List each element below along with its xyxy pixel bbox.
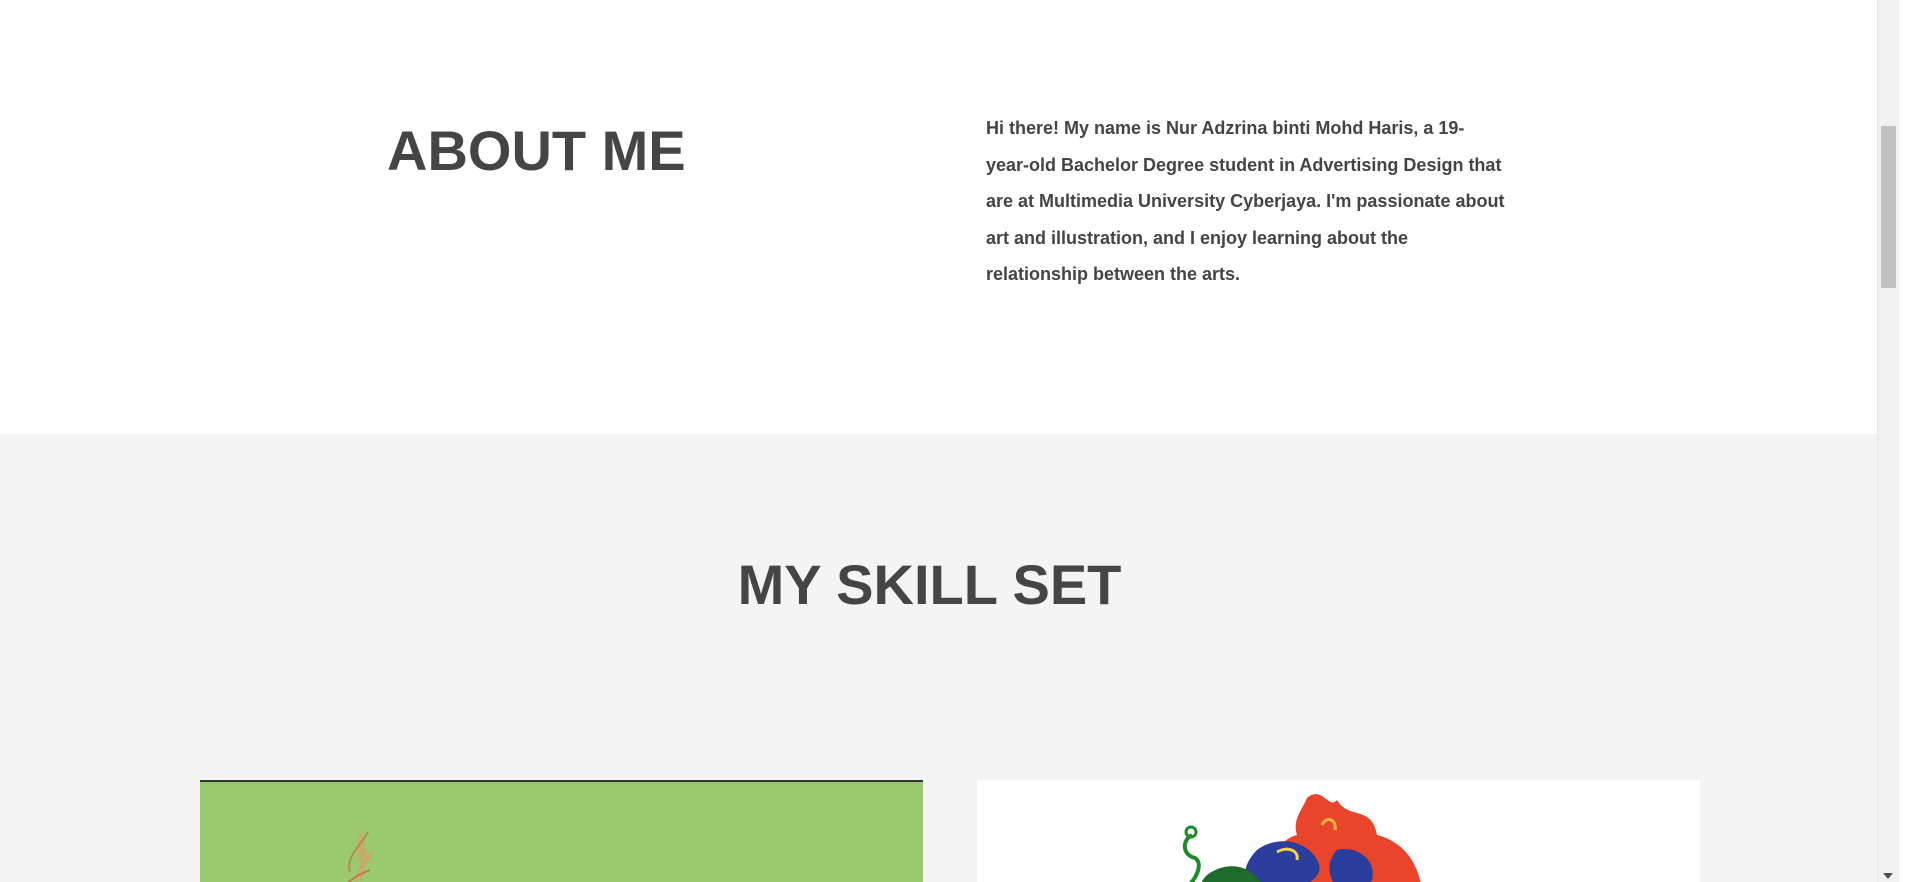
vertical-scrollbar[interactable] [1877,0,1899,882]
about-text: Hi there! My name is Nur Adzrina binti M… [986,118,1505,284]
skills-section: MY SKILL SET [0,434,1899,882]
scrollbar-thumb[interactable] [1881,126,1896,288]
skills-title: MY SKILL SET [737,553,1122,616]
portfolio-page: ABOUT ME Hi there! My name is Nur Adzrin… [0,0,1899,882]
about-section: ABOUT ME Hi there! My name is Nur Adzrin… [0,0,1899,434]
green-artwork-thumbnail [347,827,375,882]
colorful-illustration-thumbnail [1182,794,1421,882]
about-title: ABOUT ME [387,119,686,182]
scroll-down-arrow-icon[interactable] [1883,873,1893,879]
skill-card-green-artwork[interactable] [200,780,923,882]
skill-card-colorful-illustration[interactable] [977,780,1700,882]
